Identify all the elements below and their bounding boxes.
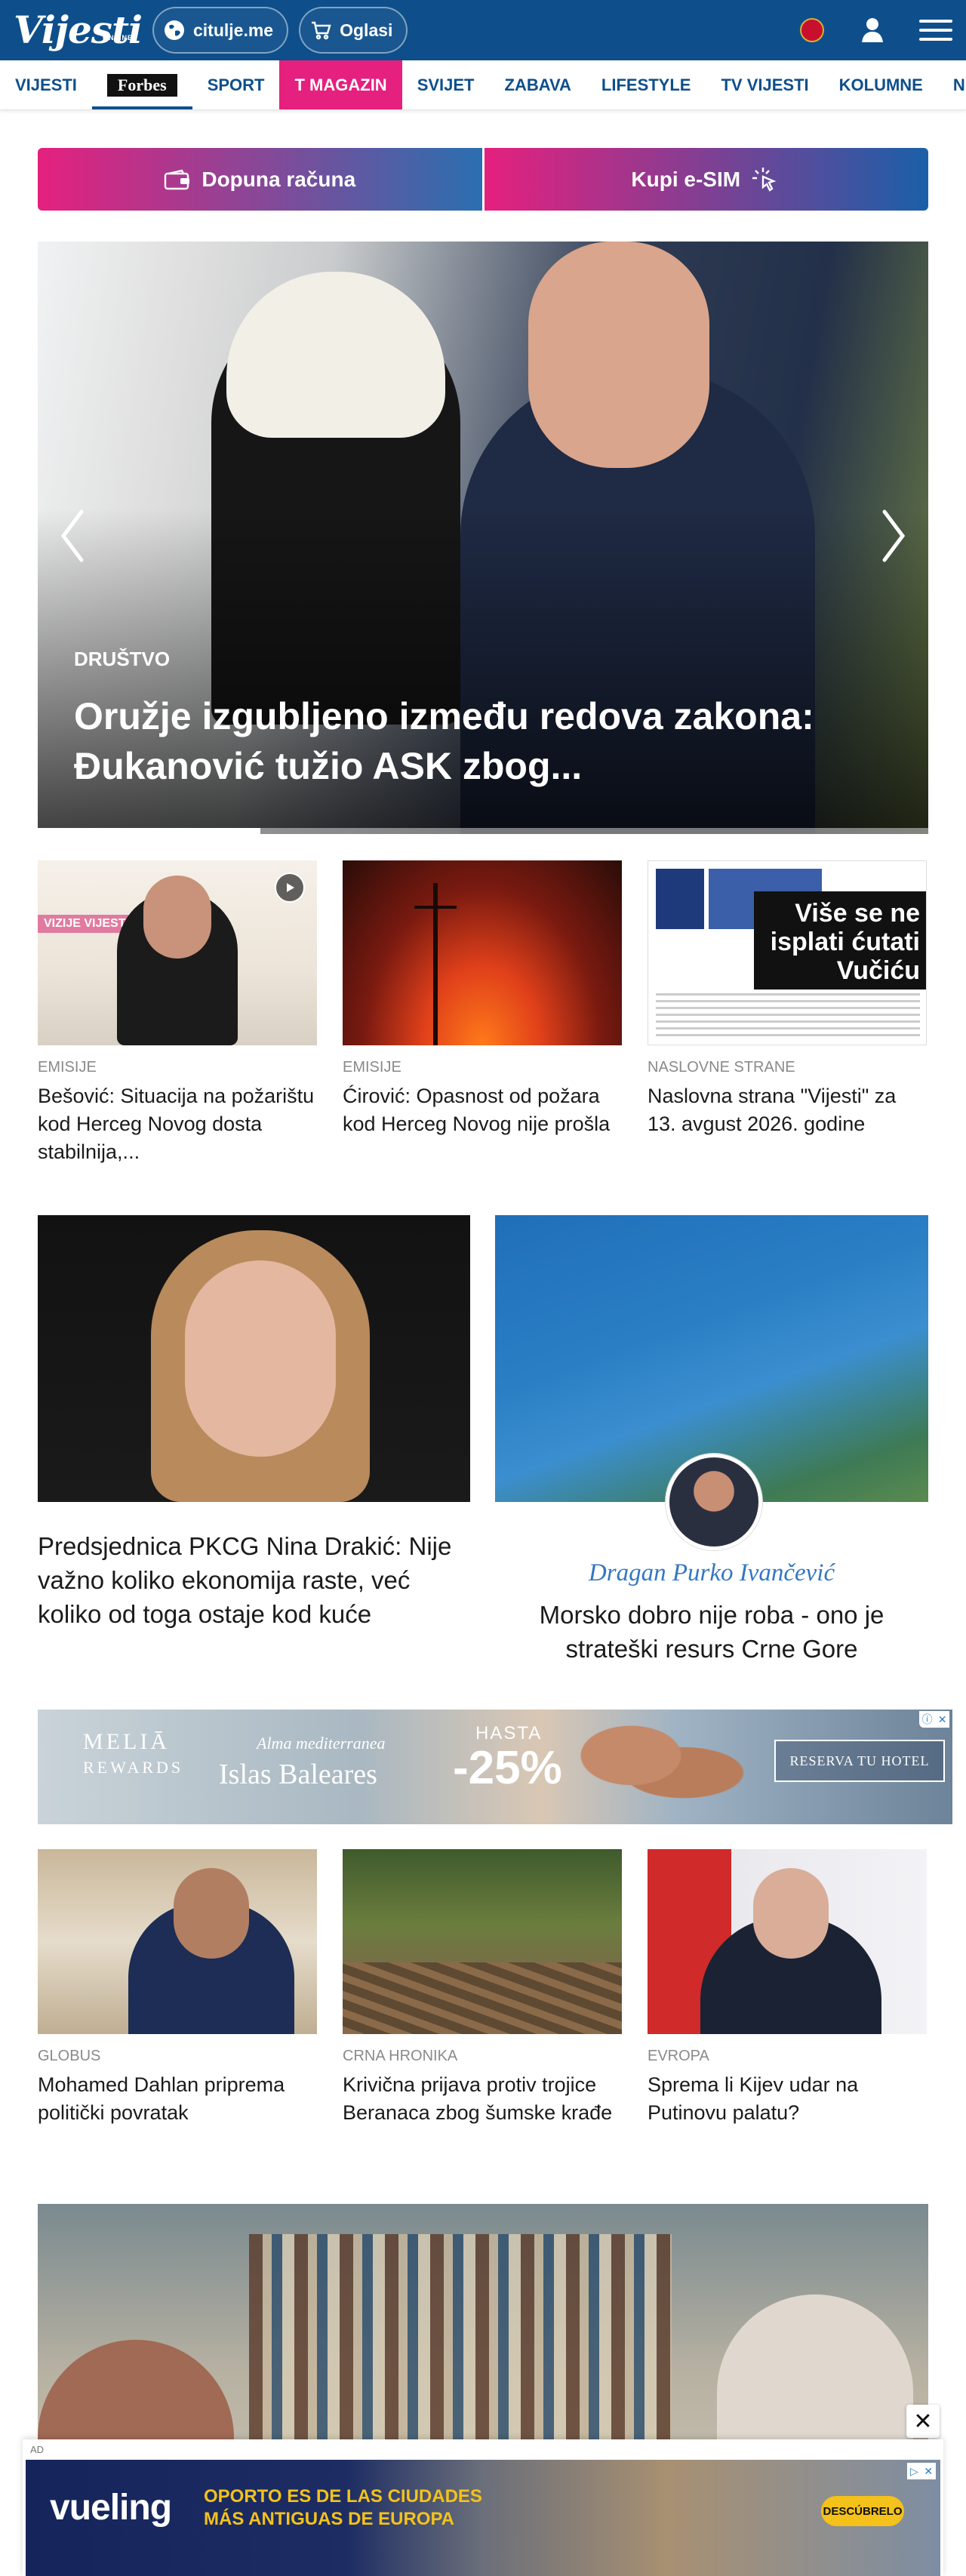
news-card[interactable]: GLOBUS Mohamed Dahlan priprema politički… bbox=[38, 1849, 317, 2127]
oglasi-label: Oglasi bbox=[340, 20, 393, 40]
news-thumb bbox=[648, 1849, 927, 2034]
forbes-logo: Forbes bbox=[106, 73, 177, 97]
adchoices-icon[interactable]: ⓘ ✕ bbox=[919, 1711, 949, 1728]
news-title[interactable]: Sprema li Kijev udar na Putinovu palatu? bbox=[648, 2071, 927, 2127]
nav-item-tv-vijesti[interactable]: TV VIJESTI bbox=[706, 60, 823, 109]
nav-item-sport[interactable]: SPORT bbox=[192, 60, 280, 109]
author-avatar bbox=[666, 1454, 762, 1550]
nav-item-vijesti[interactable]: VIJESTI bbox=[0, 60, 92, 109]
news-thumb bbox=[343, 1849, 622, 2034]
logo-subtitle: ONLINE bbox=[102, 34, 133, 42]
user-icon[interactable] bbox=[857, 15, 888, 45]
news-card[interactable]: EVROPA Sprema li Kijev udar na Putinovu … bbox=[648, 1849, 927, 2127]
nav-item-more[interactable]: N bbox=[938, 60, 966, 109]
hero-title[interactable]: Oružje izgubljeno između redova zakona: … bbox=[74, 691, 889, 791]
feature-title[interactable]: Predsjednica PKCG Nina Drakić: Nije važn… bbox=[38, 1529, 470, 1631]
ad-cta-button[interactable]: DESCÚBRELO bbox=[821, 2496, 904, 2526]
news-category[interactable]: NASLOVNE STRANE bbox=[648, 1059, 927, 1076]
column-author[interactable]: Dragan Purko Ivančević bbox=[495, 1559, 928, 1587]
feature-card-column[interactable]: Dragan Purko Ivančević Morsko dobro nije… bbox=[495, 1215, 928, 1666]
news-title[interactable]: Naslovna strana "Vijesti" za 13. avgust … bbox=[648, 1082, 927, 1138]
news-thumb: VIZIJE VIJESTI bbox=[38, 860, 317, 1045]
recharge-button[interactable]: Dopuna računa bbox=[38, 148, 482, 211]
main-nav: VIJESTI Forbes SPORT T MAGAZIN SVIJET ZA… bbox=[0, 60, 966, 110]
site-logo[interactable]: Vijesti ONLINE bbox=[14, 3, 143, 57]
feature-title[interactable]: Morsko dobro nije roba - ono je stratešk… bbox=[495, 1598, 928, 1666]
close-ad-button[interactable]: ✕ bbox=[906, 2405, 940, 2438]
ad-banner-vueling[interactable]: vueling OPORTO ES DE LAS CIUDADES MÁS AN… bbox=[26, 2460, 940, 2576]
news-row-1: VIZIJE VIJESTI EMISIJE Bešović: Situacij… bbox=[38, 860, 928, 1166]
globe-icon bbox=[162, 17, 187, 43]
news-card[interactable]: EMISIJE Ćirović: Opasnost od požara kod … bbox=[343, 860, 622, 1166]
news-category[interactable]: EMISIJE bbox=[38, 1059, 317, 1076]
news-title[interactable]: Ćirović: Opasnost od požara kod Herceg N… bbox=[343, 1082, 622, 1138]
feature-card-interview[interactable]: Predsjednica PKCG Nina Drakić: Nije važn… bbox=[38, 1215, 470, 1631]
esim-label: Kupi e-SIM bbox=[631, 167, 741, 191]
slider-next-icon[interactable] bbox=[877, 506, 910, 566]
video-play-icon[interactable] bbox=[275, 873, 305, 903]
citulje-link[interactable]: citulje.me bbox=[152, 7, 289, 54]
news-thumb bbox=[38, 1849, 317, 2034]
news-card[interactable]: Više se ne isplati ćutati Vučiću NASLOVN… bbox=[648, 860, 927, 1166]
sticky-ad: AD vueling OPORTO ES DE LAS CIUDADES MÁS… bbox=[23, 2439, 943, 2576]
news-title[interactable]: Krivična prijava protiv trojice Beranaca… bbox=[343, 2071, 622, 2127]
ad-cta-button[interactable]: RESERVA TU HOTEL bbox=[774, 1740, 945, 1782]
page-root: Vijesti ONLINE citulje.me Oglasi VIJESTI… bbox=[0, 0, 966, 2576]
news-thumb bbox=[343, 860, 622, 1045]
slider-progress bbox=[38, 828, 928, 834]
cover-headline: Više se ne isplati ćutati Vučiću bbox=[754, 891, 926, 989]
nav-item-forbes[interactable]: Forbes bbox=[91, 60, 192, 109]
news-row-2: GLOBUS Mohamed Dahlan priprema politički… bbox=[38, 1849, 928, 2127]
montenegro-flag-icon[interactable] bbox=[800, 18, 824, 42]
promo-bar: Dopuna računa Kupi e-SIM bbox=[38, 148, 928, 211]
top-header: Vijesti ONLINE citulje.me Oglasi bbox=[0, 0, 966, 60]
feature-photo bbox=[38, 1215, 470, 1502]
nav-item-zabava[interactable]: ZABAVA bbox=[490, 60, 586, 109]
news-card[interactable]: CRNA HRONIKA Krivična prijava protiv tro… bbox=[343, 1849, 622, 2127]
wallet-icon bbox=[165, 169, 190, 189]
news-title[interactable]: Mohamed Dahlan priprema politički povrat… bbox=[38, 2071, 317, 2127]
esim-button[interactable]: Kupi e-SIM bbox=[484, 148, 928, 211]
slider-prev-icon[interactable] bbox=[56, 506, 89, 566]
nav-item-kolumne[interactable]: KOLUMNE bbox=[824, 60, 938, 109]
ad-label: AD bbox=[30, 2444, 45, 2455]
ad-banner-melia[interactable]: MELIĀ REWARDS Alma mediterranea Islas Bal… bbox=[38, 1710, 952, 1824]
ad-brand: MELIĀ REWARDS bbox=[83, 1729, 184, 1777]
news-category[interactable]: GLOBUS bbox=[38, 2048, 317, 2065]
nav-item-svijet[interactable]: SVIJET bbox=[402, 60, 490, 109]
cursor-click-icon bbox=[752, 167, 777, 192]
news-category[interactable]: CRNA HRONIKA bbox=[343, 2048, 622, 2065]
adchoices-icon[interactable]: ▷ ✕ bbox=[907, 2463, 936, 2479]
cart-icon bbox=[308, 17, 334, 43]
hero-category[interactable]: DRUŠTVO bbox=[74, 648, 170, 671]
nav-item-lifestyle[interactable]: LIFESTYLE bbox=[586, 60, 706, 109]
slider-progress-fill bbox=[38, 828, 260, 834]
news-title[interactable]: Bešović: Situacija na požarištu kod Herc… bbox=[38, 1082, 317, 1166]
ad-copy: OPORTO ES DE LAS CIUDADES MÁS ANTIGUAS D… bbox=[204, 2486, 482, 2529]
newspaper-cover: Više se ne isplati ćutati Vučiću bbox=[648, 860, 927, 1045]
ad-subtitle: Alma mediterranea bbox=[257, 1734, 386, 1753]
nav-item-t-magazin[interactable]: T MAGAZIN bbox=[279, 60, 402, 109]
recharge-label: Dopuna računa bbox=[202, 167, 356, 191]
citulje-label: citulje.me bbox=[193, 20, 274, 40]
hero-slider[interactable]: DRUŠTVO Oružje izgubljeno između redova … bbox=[38, 242, 928, 834]
oglasi-link[interactable]: Oglasi bbox=[299, 7, 408, 54]
menu-icon[interactable] bbox=[919, 15, 952, 45]
ad-destination: Islas Baleares bbox=[219, 1759, 377, 1790]
ad-brand: vueling bbox=[50, 2488, 172, 2528]
news-category[interactable]: EVROPA bbox=[648, 2048, 927, 2065]
news-card[interactable]: VIZIJE VIJESTI EMISIJE Bešović: Situacij… bbox=[38, 860, 317, 1166]
news-category[interactable]: EMISIJE bbox=[343, 1059, 622, 1076]
